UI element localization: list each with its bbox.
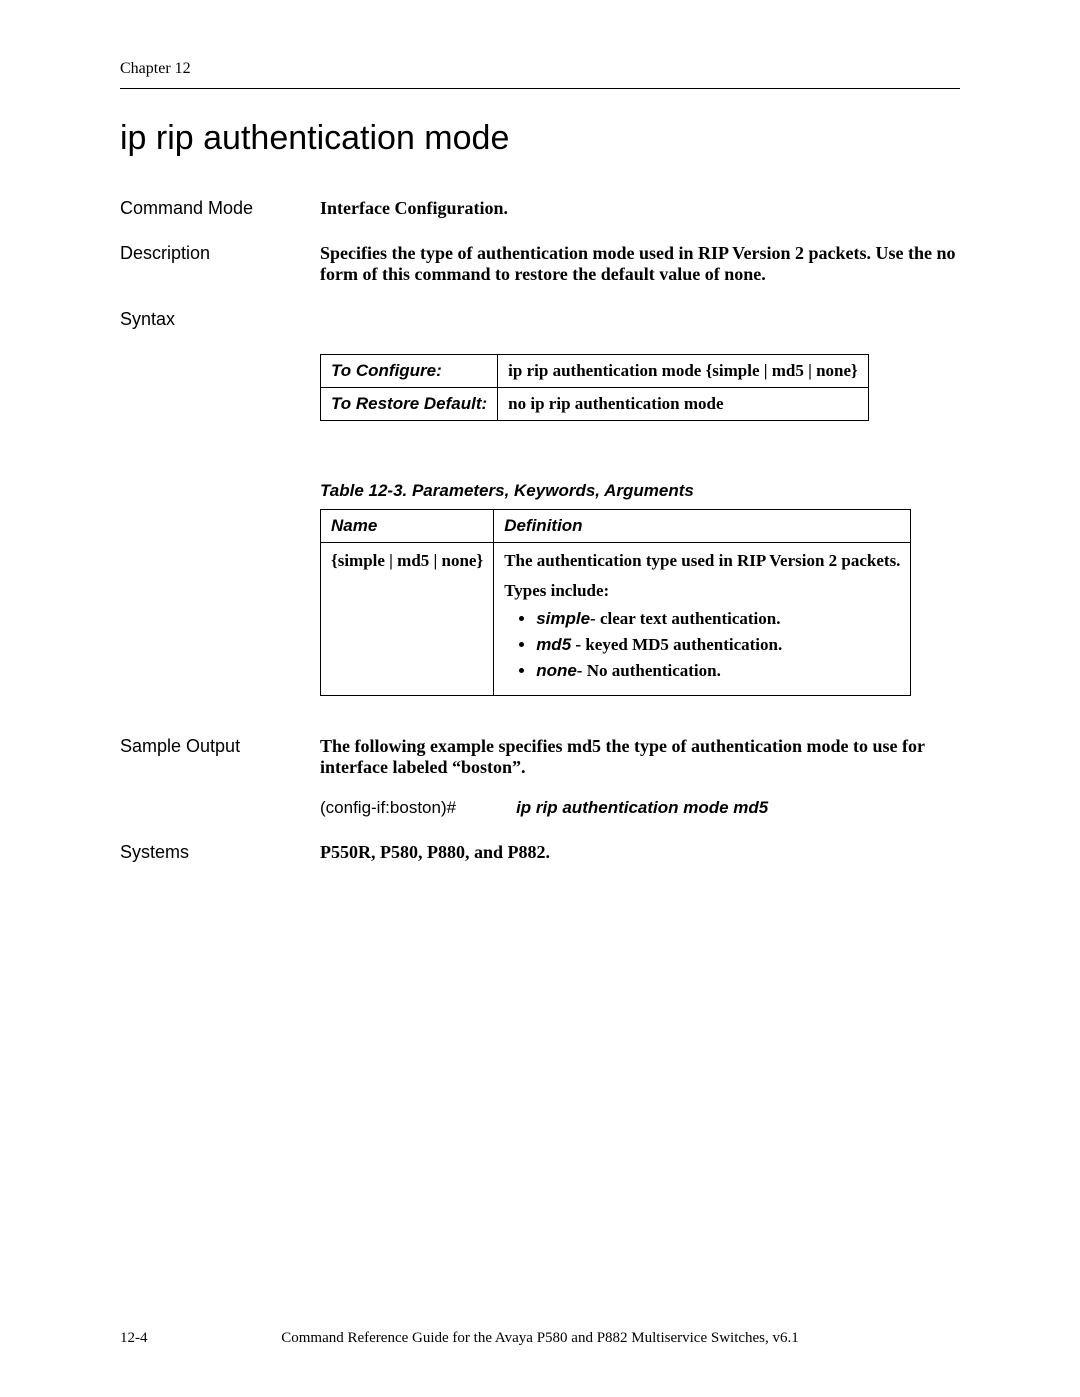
syntax-restore-label: To Restore Default: <box>321 388 498 421</box>
command-mode-value: Interface Configuration. <box>320 198 960 219</box>
systems-label: Systems <box>120 842 320 863</box>
syntax-row: Syntax <box>120 309 960 330</box>
param-type-simple-text: clear text authentication. <box>600 609 781 628</box>
syntax-restore-value: no ip rip authentication mode <box>498 388 869 421</box>
param-type-none-text: No authentication. <box>587 661 721 680</box>
chapter-label: Chapter 12 <box>120 60 960 78</box>
sample-output-row: Sample Output The following example spec… <box>120 736 960 818</box>
systems-row: Systems P550R, P580, P880, and P882. <box>120 842 960 863</box>
param-table: Name Definition {simple | md5 | none} Th… <box>320 509 911 696</box>
systems-value: P550R, P580, P880, and P882. <box>320 842 960 863</box>
syntax-row-restore: To Restore Default: no ip rip authentica… <box>321 388 869 421</box>
syntax-configure-label: To Configure: <box>321 355 498 388</box>
syntax-label: Syntax <box>120 309 320 330</box>
param-type-none: none- No authentication. <box>536 661 900 681</box>
page: Chapter 12 ip rip authentication mode Co… <box>0 0 1080 863</box>
sample-output-value: The following example specifies md5 the … <box>320 736 960 818</box>
sample-output-cmdline: (config-if:boston)# ip rip authenticatio… <box>320 798 960 818</box>
command-mode-row: Command Mode Interface Configuration. <box>120 198 960 219</box>
param-type-simple: simple- clear text authentication. <box>536 609 900 629</box>
syntax-configure-value: ip rip authentication mode {simple | md5… <box>498 355 869 388</box>
param-table-caption: Table 12-3. Parameters, Keywords, Argume… <box>320 481 960 501</box>
footer-title: Command Reference Guide for the Avaya P5… <box>120 1330 960 1347</box>
description-value: Specifies the type of authentication mod… <box>320 243 960 285</box>
param-types-list: simple- clear text authentication. md5 -… <box>520 609 900 681</box>
param-type-simple-kw: simple <box>536 609 590 628</box>
param-type-md5-kw: md5 <box>536 635 571 654</box>
syntax-row-configure: To Configure: ip rip authentication mode… <box>321 355 869 388</box>
param-type-md5-sep: - <box>571 635 585 654</box>
sample-output-label: Sample Output <box>120 736 320 757</box>
param-definition: The authentication type used in RIP Vers… <box>494 543 911 696</box>
sample-output-command: ip rip authentication mode md5 <box>516 798 768 818</box>
param-type-md5: md5 - keyed MD5 authentication. <box>536 635 900 655</box>
param-def-lead: The authentication type used in RIP Vers… <box>504 551 900 571</box>
description-label: Description <box>120 243 320 264</box>
header-rule <box>120 88 960 89</box>
command-mode-label: Command Mode <box>120 198 320 219</box>
param-header-row: Name Definition <box>321 510 911 543</box>
param-header-definition: Definition <box>494 510 911 543</box>
page-footer: 12-4 Command Reference Guide for the Ava… <box>120 1330 960 1347</box>
param-type-md5-text: keyed MD5 authentication. <box>585 635 782 654</box>
param-header-name: Name <box>321 510 494 543</box>
sample-output-lead: The following example specifies md5 the … <box>320 736 960 778</box>
syntax-table: To Configure: ip rip authentication mode… <box>320 354 869 421</box>
param-type-none-kw: none <box>536 661 577 680</box>
param-type-none-sep: - <box>577 661 587 680</box>
param-name: {simple | md5 | none} <box>321 543 494 696</box>
sample-output-prompt: (config-if:boston)# <box>320 798 456 818</box>
page-title: ip rip authentication mode <box>120 119 960 158</box>
description-row: Description Specifies the type of authen… <box>120 243 960 285</box>
param-row: {simple | md5 | none} The authentication… <box>321 543 911 696</box>
param-type-simple-sep: - <box>590 609 600 628</box>
param-def-sub: Types include: <box>504 581 900 601</box>
page-number: 12-4 <box>120 1330 148 1347</box>
